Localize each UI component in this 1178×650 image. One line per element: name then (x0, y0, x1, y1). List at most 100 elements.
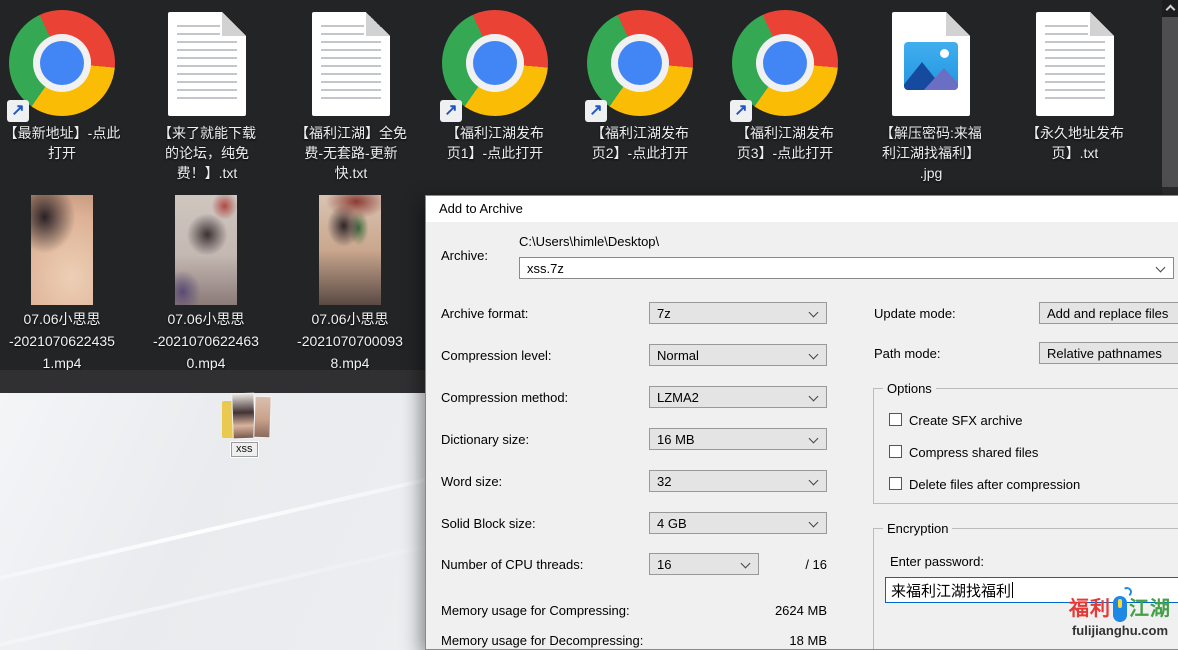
video-label-line: 07.06小思思 (138, 308, 274, 330)
text-file-icon (168, 12, 246, 116)
checkbox-compress-shared[interactable] (889, 445, 902, 458)
compression-method-combobox[interactable]: LZMA2 (649, 386, 827, 408)
memory-decompress-label: Memory usage for Decompressing: (441, 633, 643, 648)
dictionary-size-combobox[interactable]: 16 MB (649, 428, 827, 450)
archive-name-combobox[interactable]: xss.7z (519, 257, 1174, 279)
watermark-domain: fulijianghu.com (1064, 623, 1176, 638)
folder-icon-xss[interactable] (222, 394, 272, 441)
icon-label-line: 页1】-点此打开 (427, 143, 563, 163)
add-to-archive-dialog: Add to Archive Archive: C:\Users\himle\D… (425, 195, 1178, 650)
video-label-line: -2021070622463 (138, 330, 274, 352)
desktop-icon-latest-address[interactable]: ↗ 【最新地址】-点此 打开 (0, 8, 130, 163)
icon-label-line: 费-无套路-更新 (283, 143, 419, 163)
watermark-brand-right: 江湖 (1129, 596, 1171, 622)
dialog-titlebar[interactable]: Add to Archive (426, 196, 1178, 222)
memory-decompress-value: 18 MB (727, 633, 827, 648)
checkbox-create-sfx[interactable] (889, 413, 902, 426)
combobox-value: 4 GB (657, 516, 687, 531)
checkbox-label-compress-shared: Compress shared files (909, 445, 1038, 460)
icon-label-line: 打开 (0, 143, 130, 163)
icon-label-line: 的论坛，纯免 (139, 143, 275, 163)
combobox-value: 16 (657, 557, 671, 572)
encryption-legend: Encryption (883, 521, 952, 536)
shortcut-arrow-icon: ↗ (585, 100, 607, 122)
path-mode-combobox[interactable]: Relative pathnames (1039, 342, 1178, 364)
icon-label: 【福利江湖发布 页3】-点此打开 (717, 123, 853, 163)
video-label-line: 07.06小思思 (0, 308, 130, 330)
text-caret (1012, 582, 1013, 598)
desktop-icon-release-page-2[interactable]: ↗ 【福利江湖发布 页2】-点此打开 (572, 8, 708, 163)
video-thumbnail (175, 195, 237, 305)
image-thumbnail-glyph (904, 42, 958, 90)
icon-label: 【最新地址】-点此 打开 (0, 123, 130, 163)
desktop-icon-forum-txt[interactable]: 【来了就能下载 的论坛，纯免 费！】.txt (139, 8, 275, 183)
video-thumbnail (319, 195, 381, 305)
shortcut-arrow-icon: ↗ (440, 100, 462, 122)
password-value: 来福利江湖找福利 (891, 580, 1011, 601)
icon-label-line: 快.txt (283, 163, 419, 183)
folder-label[interactable]: xss (231, 442, 258, 457)
combobox-value: LZMA2 (657, 390, 699, 405)
chevron-down-icon (809, 434, 819, 444)
icon-label-line: 【最新地址】-点此 (0, 123, 130, 143)
chevron-down-icon (741, 559, 751, 569)
vertical-scrollbar[interactable] (1162, 0, 1178, 195)
chevron-down-icon (1156, 263, 1166, 273)
desktop-icon-password-jpg[interactable]: 【解压密码:来福 利江湖找福利】 .jpg (863, 8, 999, 183)
scrollbar-up-button[interactable] (1162, 0, 1178, 17)
video-label-line: 07.06小思思 (282, 308, 418, 330)
path-mode-label: Path mode: (874, 346, 941, 361)
checkbox-label-delete-after: Delete files after compression (909, 477, 1080, 492)
mouse-icon (1113, 596, 1127, 622)
param-label-word-size: Word size: (441, 474, 502, 489)
combobox-value: Normal (657, 348, 699, 363)
solid-block-size-combobox[interactable]: 4 GB (649, 512, 827, 534)
param-label-archive-format: Archive format: (441, 306, 528, 321)
folder-preview-photo (232, 394, 255, 439)
archive-format-combobox[interactable]: 7z (649, 302, 827, 324)
text-file-icon (1036, 12, 1114, 116)
param-label-cpu-threads: Number of CPU threads: (441, 557, 583, 572)
icon-label: 【解压密码:来福 利江湖找福利】 .jpg (863, 123, 999, 183)
compression-level-combobox[interactable]: Normal (649, 344, 827, 366)
desktop-video-3[interactable]: 07.06小思思 -2021070700093 8.mp4 (282, 190, 418, 374)
icon-label-line: 【福利江湖发布 (717, 123, 853, 143)
icon-label-line: 页3】-点此打开 (717, 143, 853, 163)
folder-preview-photo (254, 397, 270, 437)
param-label-solid-block-size: Solid Block size: (441, 516, 536, 531)
combobox-value: 16 MB (657, 432, 695, 447)
icon-label-line: 费！】.txt (139, 163, 275, 183)
icon-label: 【福利江湖】全免 费-无套路-更新 快.txt (283, 123, 419, 183)
memory-compress-value: 2624 MB (727, 603, 827, 618)
dialog-title: Add to Archive (439, 196, 523, 222)
video-label: 07.06小思思 -2021070622463 0.mp4 (138, 308, 274, 374)
cpu-threads-combobox[interactable]: 16 (649, 553, 759, 575)
archive-label: Archive: (441, 248, 488, 263)
param-label-compression-method: Compression method: (441, 390, 568, 405)
icon-label-line: 页2】-点此打开 (572, 143, 708, 163)
desktop-video-2[interactable]: 07.06小思思 -2021070622463 0.mp4 (138, 190, 274, 374)
desktop-icon-release-page-1[interactable]: ↗ 【福利江湖发布 页1】-点此打开 (427, 8, 563, 163)
watermark: 福利 江湖 fulijianghu.com (1064, 596, 1176, 638)
shortcut-arrow-icon: ↗ (7, 100, 29, 122)
chevron-down-icon (809, 308, 819, 318)
chevron-up-icon (1165, 5, 1175, 15)
icon-label-line: 利江湖找福利】 (863, 143, 999, 163)
chevron-down-icon (809, 518, 819, 528)
desktop-icon-fulijianghu-txt[interactable]: 【福利江湖】全免 费-无套路-更新 快.txt (283, 8, 419, 183)
scrollbar-thumb[interactable] (1162, 17, 1178, 187)
archive-name-value: xss.7z (527, 261, 564, 276)
icon-label-line: 页】.txt (1007, 143, 1143, 163)
desktop-icon-permanent-address-txt[interactable]: 【永久地址发布 页】.txt (1007, 8, 1143, 163)
update-mode-combobox[interactable]: Add and replace files (1039, 302, 1178, 324)
screen: ↗ 【最新地址】-点此 打开 【来了就能下载 的论坛，纯免 费！】.txt 【福… (0, 0, 1178, 650)
shortcut-arrow-icon: ↗ (730, 100, 752, 122)
video-label: 07.06小思思 -2021070622435 1.mp4 (0, 308, 130, 374)
video-label-line: -2021070622435 (0, 330, 130, 352)
options-legend: Options (883, 381, 936, 396)
combobox-value: 7z (657, 306, 671, 321)
word-size-combobox[interactable]: 32 (649, 470, 827, 492)
desktop-icon-release-page-3[interactable]: ↗ 【福利江湖发布 页3】-点此打开 (717, 8, 853, 163)
desktop-video-1[interactable]: 07.06小思思 -2021070622435 1.mp4 (0, 190, 130, 374)
checkbox-delete-after[interactable] (889, 477, 902, 490)
